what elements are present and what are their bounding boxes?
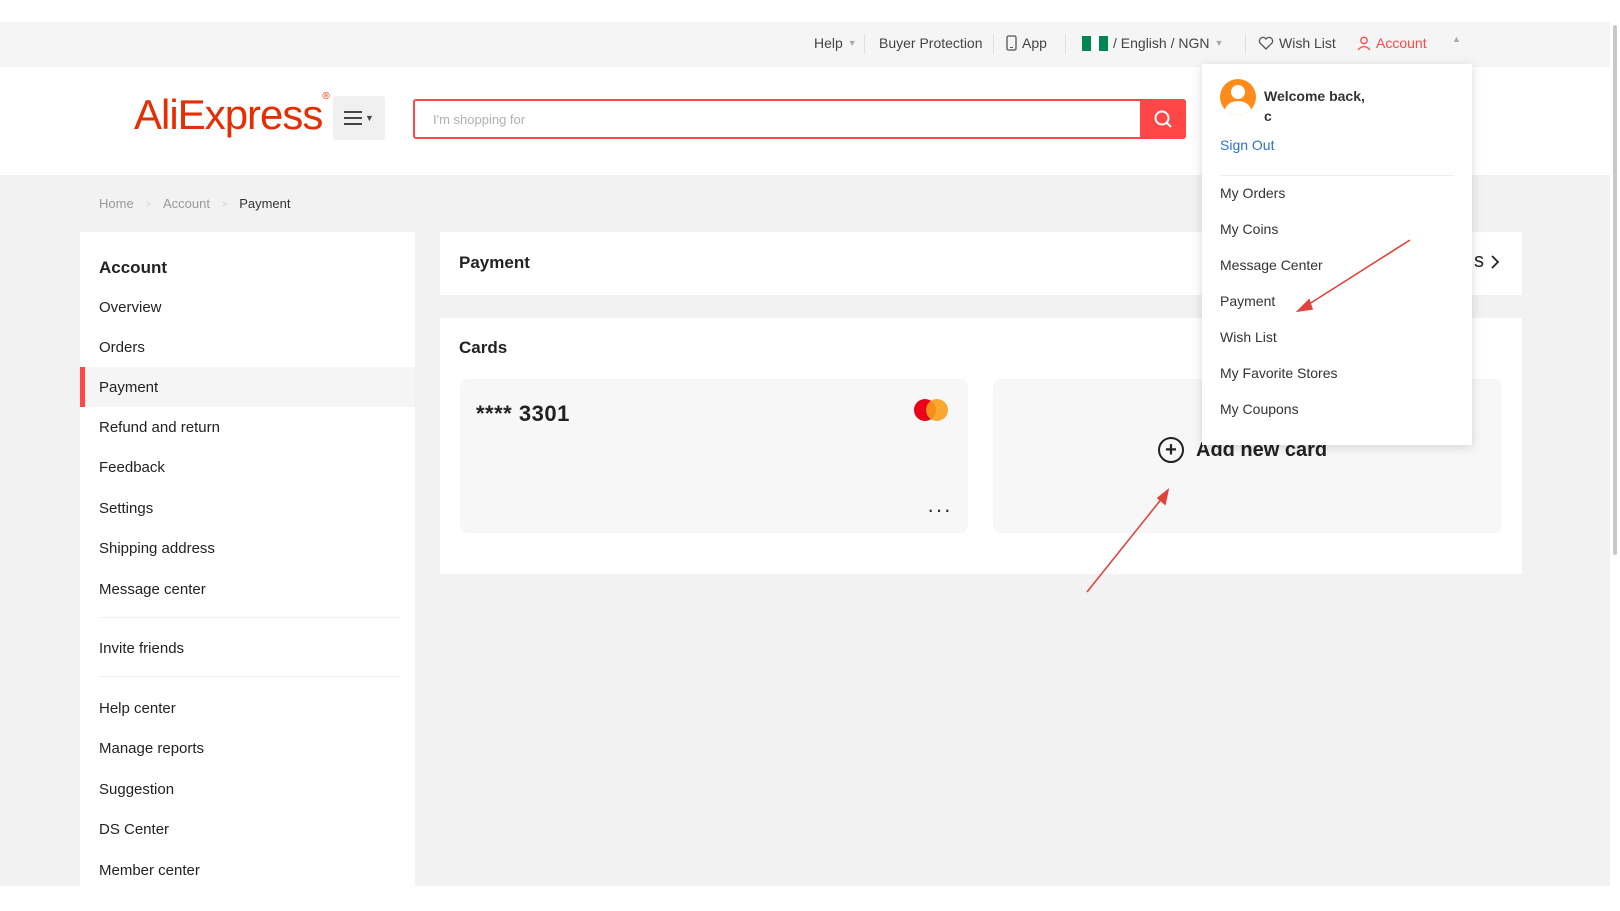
categories-menu-button[interactable]: ▼	[333, 96, 385, 140]
breadcrumb-current: Payment	[239, 196, 291, 211]
sidebar-item-ds-center[interactable]: DS Center	[80, 809, 415, 849]
sidebar-item-orders[interactable]: Orders	[80, 327, 415, 367]
dropdown-item-my-coupons[interactable]: My Coupons	[1220, 401, 1299, 417]
sidebar-item-message-center[interactable]: Message center	[80, 569, 415, 609]
sidebar-item-label: Invite friends	[99, 639, 185, 657]
card-number: **** 3301	[476, 401, 570, 426]
sidebar-item-manage-reports[interactable]: Manage reports	[80, 728, 415, 768]
sidebar-item-invite-friends[interactable]: Invite friends	[80, 628, 415, 668]
breadcrumb-account[interactable]: Account	[163, 196, 210, 211]
search-button[interactable]	[1140, 99, 1186, 139]
sidebar-item-label: Overview	[99, 298, 162, 316]
dropdown-item-my-coins[interactable]: My Coins	[1220, 221, 1278, 237]
sidebar-item-label: Settings	[99, 499, 154, 517]
welcome-text: Welcome back,	[1264, 88, 1365, 104]
plus-circle-icon: +	[1158, 437, 1184, 463]
dropdown-item-message-center[interactable]: Message Center	[1220, 257, 1323, 273]
aliexpress-logo[interactable]: AliExpress®	[134, 91, 330, 139]
sidebar-item-label: Refund and return	[99, 418, 220, 436]
sidebar-item-refund-and-return[interactable]: Refund and return	[80, 407, 415, 447]
help-menu[interactable]: Help ▼	[814, 35, 857, 51]
divider	[1065, 34, 1066, 54]
chevron-up-icon[interactable]: ▲	[1452, 34, 1461, 44]
sidebar-item-settings[interactable]: Settings	[80, 488, 415, 528]
username: c	[1264, 108, 1272, 124]
mastercard-icon	[914, 399, 948, 423]
sidebar-item-label: Feedback	[99, 458, 165, 476]
sidebar-item-label: Orders	[99, 338, 145, 356]
dropdown-item-payment[interactable]: Payment	[1220, 293, 1275, 309]
sidebar-item-feedback[interactable]: Feedback	[80, 447, 415, 487]
heart-icon	[1258, 36, 1274, 50]
search-icon	[1154, 110, 1172, 128]
account-sidebar: Account Overview Orders Payment Refund a…	[80, 232, 415, 886]
sidebar-item-payment[interactable]: Payment	[80, 367, 415, 407]
sidebar-item-label: Message center	[99, 580, 206, 598]
top-utility-bar: Help ▼ Buyer Protection App / English / …	[0, 22, 1610, 67]
chevron-right-icon: >	[145, 198, 151, 209]
help-label: Help	[814, 35, 843, 51]
avatar	[1220, 79, 1256, 115]
account-dropdown-menu: Welcome back, c Sign Out My Orders My Co…	[1202, 64, 1472, 445]
account-menu[interactable]: Account	[1357, 35, 1427, 51]
phone-icon	[1006, 35, 1017, 51]
sidebar-item-label: DS Center	[99, 820, 170, 838]
sidebar-divider	[99, 676, 399, 677]
sidebar-item-label: Suggestion	[99, 780, 175, 798]
page-scrollbar[interactable]	[1610, 25, 1620, 555]
sidebar-item-label: Member center	[99, 861, 200, 879]
nigeria-flag-icon	[1082, 35, 1109, 51]
sidebar-item-label: Shipping address	[99, 539, 215, 557]
account-label: Account	[1376, 35, 1427, 51]
user-icon	[1357, 36, 1371, 50]
sidebar-item-suggestion[interactable]: Suggestion	[80, 769, 415, 809]
app-label: App	[1022, 35, 1047, 51]
more-options-icon[interactable]: ···	[927, 497, 952, 523]
chevron-down-icon: ▼	[1214, 38, 1224, 48]
payment-header-link-text: s	[1474, 250, 1484, 272]
page-title: Payment	[459, 253, 530, 272]
chevron-right-icon: >	[221, 198, 228, 209]
divider	[993, 34, 994, 54]
sign-out-link[interactable]: Sign Out	[1220, 137, 1274, 153]
hamburger-icon	[344, 111, 363, 125]
sidebar-item-label: Manage reports	[99, 739, 205, 757]
chevron-down-icon: ▼	[365, 113, 374, 123]
logo-text: AliExpress	[134, 91, 323, 138]
sidebar-item-label: Help center	[99, 699, 176, 717]
divider	[1245, 34, 1246, 54]
divider	[864, 34, 865, 54]
saved-card[interactable]: **** 3301 ···	[460, 379, 968, 533]
welcome-message: Welcome back, c	[1264, 86, 1365, 126]
buyer-protection-link[interactable]: Buyer Protection	[879, 35, 983, 51]
wish-list-label: Wish List	[1279, 35, 1336, 51]
chevron-right-icon	[1491, 254, 1500, 269]
wish-list-link[interactable]: Wish List	[1258, 35, 1336, 51]
language-currency-selector[interactable]: / English / NGN ▼	[1082, 35, 1223, 51]
browser-content: Help ▼ Buyer Protection App / English / …	[0, 22, 1610, 886]
dropdown-item-wish-list[interactable]: Wish List	[1220, 329, 1277, 345]
sidebar-item-shipping-address[interactable]: Shipping address	[80, 528, 415, 568]
page: Help ▼ Buyer Protection App / English / …	[0, 0, 1620, 911]
sidebar-item-help-center[interactable]: Help center	[80, 688, 415, 728]
search-input[interactable]	[415, 101, 1135, 137]
dropdown-item-my-favorite-stores[interactable]: My Favorite Stores	[1220, 365, 1337, 381]
breadcrumb-home[interactable]: Home	[99, 196, 134, 211]
sidebar-item-label: Payment	[99, 378, 159, 396]
sidebar-title: Account	[99, 258, 167, 277]
search-bar	[413, 99, 1186, 139]
sidebar-item-overview[interactable]: Overview	[80, 287, 415, 327]
dropdown-divider	[1220, 175, 1454, 176]
buyer-protection-label: Buyer Protection	[879, 35, 983, 51]
payment-header-link[interactable]: s	[1474, 250, 1500, 273]
dropdown-item-my-orders[interactable]: My Orders	[1220, 185, 1285, 201]
cards-title: Cards	[459, 338, 508, 357]
sidebar-divider	[99, 617, 399, 618]
scrollbar-thumb[interactable]	[1613, 25, 1617, 555]
breadcrumb: Home > Account > Payment	[99, 196, 291, 211]
app-link[interactable]: App	[1006, 35, 1047, 51]
language-label: / English / NGN	[1113, 35, 1210, 51]
sidebar-item-member-center[interactable]: Member center	[80, 850, 415, 886]
chevron-down-icon: ▼	[847, 38, 857, 48]
